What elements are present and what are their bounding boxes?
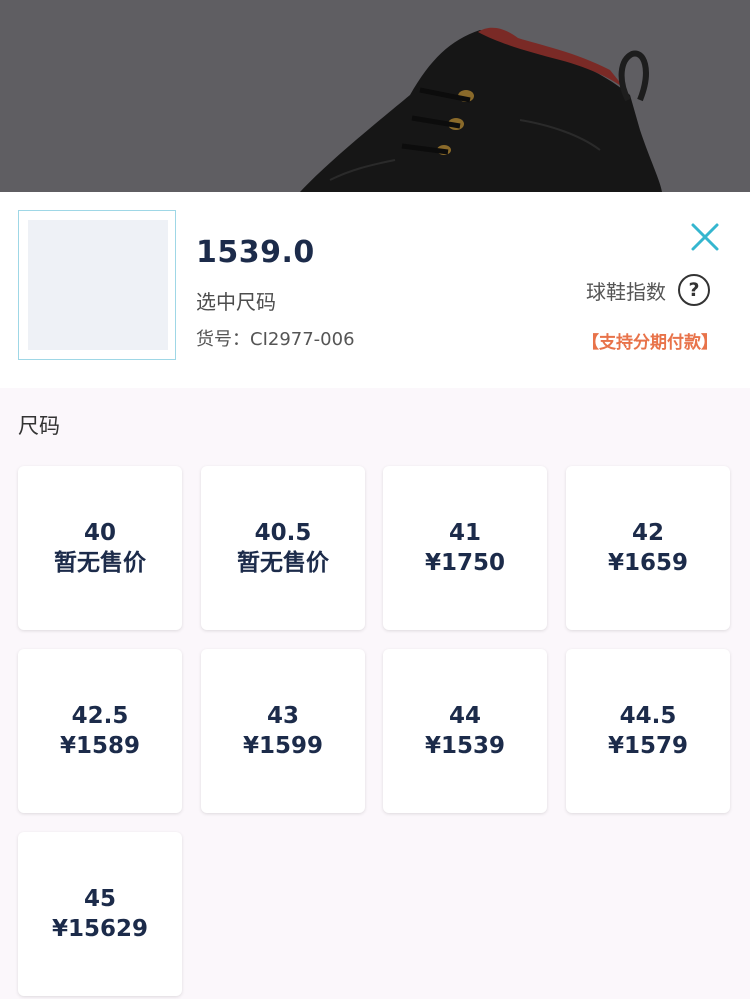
size-option[interactable]: 44 ¥1539 (383, 649, 547, 813)
size-price: ¥15629 (51, 916, 149, 942)
size-value: 40 (83, 520, 116, 546)
size-option[interactable]: 43 ¥1599 (201, 649, 365, 813)
size-value: 40.5 (254, 520, 312, 546)
product-summary-header: 1539.0 选中尺码 货号：CI2977-006 球鞋指数 ? 【支持分期付款… (0, 192, 750, 388)
size-option[interactable]: 42.5 ¥1589 (18, 649, 182, 813)
size-option[interactable]: 40 暂无售价 (18, 466, 182, 630)
size-price: ¥1579 (607, 733, 689, 759)
size-price: ¥1659 (607, 550, 689, 576)
size-option[interactable]: 41 ¥1750 (383, 466, 547, 630)
selected-price: 1539.0 (196, 235, 315, 270)
size-value: 43 (266, 703, 299, 729)
size-value: 41 (448, 520, 481, 546)
shoe-index-label: 球鞋指数 (586, 279, 666, 304)
selected-size-label: 选中尺码 (196, 290, 276, 314)
size-option[interactable]: 40.5 暂无售价 (201, 466, 365, 630)
size-picker-sheet: 1539.0 选中尺码 货号：CI2977-006 球鞋指数 ? 【支持分期付款… (0, 0, 750, 999)
installment-badge[interactable]: 【支持分期付款】 (582, 328, 718, 353)
size-value: 45 (83, 886, 116, 912)
item-number: 货号：CI2977-006 (196, 329, 355, 350)
close-icon (691, 223, 719, 251)
size-price: ¥1539 (424, 733, 506, 759)
size-section-title: 尺码 (18, 414, 60, 438)
size-value: 42.5 (71, 703, 129, 729)
size-value: 44 (448, 703, 481, 729)
size-option[interactable]: 45 ¥15629 (18, 832, 182, 996)
size-value: 44.5 (619, 703, 677, 729)
product-image-backdrop[interactable] (0, 0, 750, 192)
shoe-index-link[interactable]: 球鞋指数 ? (586, 274, 710, 306)
thumbnail-placeholder (28, 220, 168, 350)
close-button[interactable] (686, 218, 724, 256)
size-option[interactable]: 44.5 ¥1579 (566, 649, 730, 813)
size-price: 暂无售价 (237, 550, 329, 576)
product-thumbnail (18, 210, 176, 360)
size-option[interactable]: 42 ¥1659 (566, 466, 730, 630)
size-price: ¥1589 (59, 733, 141, 759)
size-price: 暂无售价 (54, 550, 146, 576)
sneaker-image (300, 27, 662, 192)
size-price: ¥1750 (424, 550, 506, 576)
question-circle-icon[interactable]: ? (678, 274, 710, 306)
size-price: ¥1599 (242, 733, 324, 759)
size-value: 42 (631, 520, 664, 546)
